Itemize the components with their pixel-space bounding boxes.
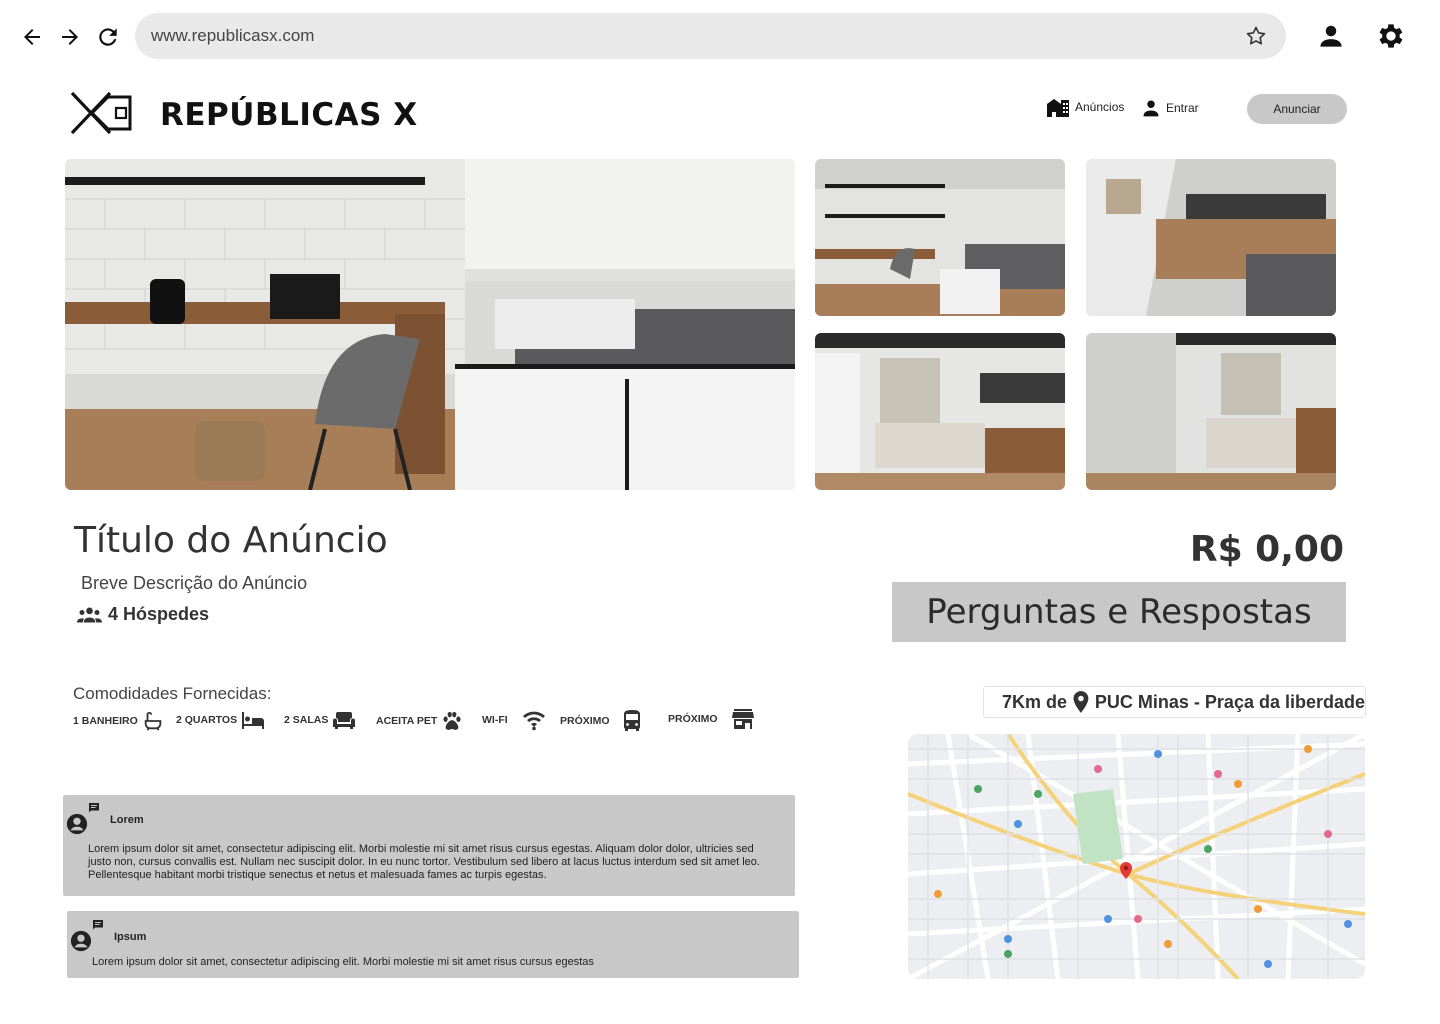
amenities-heading: Comodidades Fornecidas: [73, 684, 272, 703]
nav-entrar-label: Entrar [1166, 101, 1199, 115]
amenity-label: 2 SALAS [284, 714, 329, 726]
sofa-icon [333, 712, 356, 729]
amenity-pets: ACEITA PET [376, 710, 463, 732]
reload-icon [99, 28, 117, 46]
arrow-right-icon [62, 29, 78, 45]
thumbnail-photo-1[interactable] [815, 159, 1065, 316]
anunciar-button[interactable]: Anunciar [1247, 94, 1347, 124]
amenity-label: 1 BANHEIRO [73, 715, 138, 727]
url-input[interactable] [151, 13, 1231, 59]
amenity-label: ACEITA PET [376, 715, 438, 727]
bus-icon [623, 710, 640, 731]
user-avatar-icon [66, 813, 88, 835]
arrow-left-icon [24, 29, 40, 45]
amenity-label: PRÓXIMO [560, 715, 610, 727]
site-logo[interactable] [70, 91, 132, 135]
comment-text: Lorem ipsum dolor sit amet, consectetur … [88, 843, 760, 881]
amenity-bathroom: 1 BANHEIRO [73, 710, 164, 732]
guests-label: 4 Hóspedes [108, 604, 210, 624]
comment-card: Ipsum Lorem ipsum dolor sit amet, consec… [67, 911, 799, 978]
distance-label: 7Km de [1002, 691, 1068, 712]
comment-bubble-icon [93, 920, 103, 930]
thumbnail-photo-2[interactable] [1086, 159, 1336, 316]
group-icon [77, 607, 102, 622]
brand-name[interactable]: REPÚBLICAS X [160, 97, 418, 133]
amenity-bedrooms: 2 QUARTOS [176, 710, 265, 730]
main-photo[interactable] [65, 159, 795, 490]
user-avatar-icon [70, 930, 92, 952]
guests-count: 4 Hóspedes [77, 604, 209, 625]
price: R$ 0,00 [1189, 529, 1344, 570]
amenity-near-bus: PRÓXIMO [560, 710, 642, 732]
gear-icon [1379, 24, 1403, 48]
wifi-icon [522, 711, 545, 731]
settings-button[interactable] [1375, 20, 1407, 52]
comment-card: Lorem Lorem ipsum dolor sit amet, consec… [63, 795, 795, 896]
person-icon [1143, 100, 1159, 117]
comment-author: Lorem [110, 814, 144, 826]
back-button[interactable] [17, 22, 47, 52]
comment-text: Lorem ipsum dolor sit amet, consectetur … [92, 956, 594, 968]
listing-description: Breve Descrição do Anúncio [81, 573, 308, 593]
bed-icon [242, 712, 265, 729]
amenity-label: PRÓXIMO [668, 713, 718, 725]
nav-anuncios-label: Anúncios [1075, 100, 1125, 114]
account-button[interactable] [1316, 21, 1346, 51]
nav-entrar[interactable]: Entrar [1141, 98, 1199, 118]
amenity-living-rooms: 2 SALAS [284, 710, 356, 730]
amenity-label: WI-FI [482, 714, 508, 726]
comment-author: Ipsum [114, 931, 147, 943]
questions-answers-button[interactable]: Perguntas e Respostas [892, 582, 1346, 642]
thumbnail-photo-4[interactable] [1086, 333, 1336, 490]
reload-button[interactable] [93, 22, 123, 52]
address-bar [135, 13, 1286, 59]
amenity-label: 2 QUARTOS [176, 714, 238, 726]
location-map[interactable] [908, 734, 1365, 979]
bathtub-icon [144, 711, 162, 731]
buildings-icon [1047, 99, 1069, 117]
store-icon [731, 709, 754, 729]
forward-button[interactable] [55, 22, 85, 52]
thumbnail-photo-3[interactable] [815, 333, 1065, 490]
nav-anuncios[interactable]: Anúncios [1046, 97, 1124, 117]
bookmark-star-icon[interactable] [1244, 24, 1268, 48]
listing-title: Título do Anúncio [74, 520, 388, 561]
amenity-wifi: WI-FI [482, 709, 546, 731]
place-label: PUC Minas - Praça da liberdade [1094, 691, 1365, 712]
person-icon [1320, 25, 1342, 47]
paw-icon [443, 711, 461, 730]
map-pin-icon [1073, 691, 1089, 713]
distance-info: 7Km de PUC Minas - Praça da liberdade [983, 686, 1366, 718]
amenity-near-store: PRÓXIMO [668, 709, 754, 729]
comment-bubble-icon [89, 803, 99, 813]
